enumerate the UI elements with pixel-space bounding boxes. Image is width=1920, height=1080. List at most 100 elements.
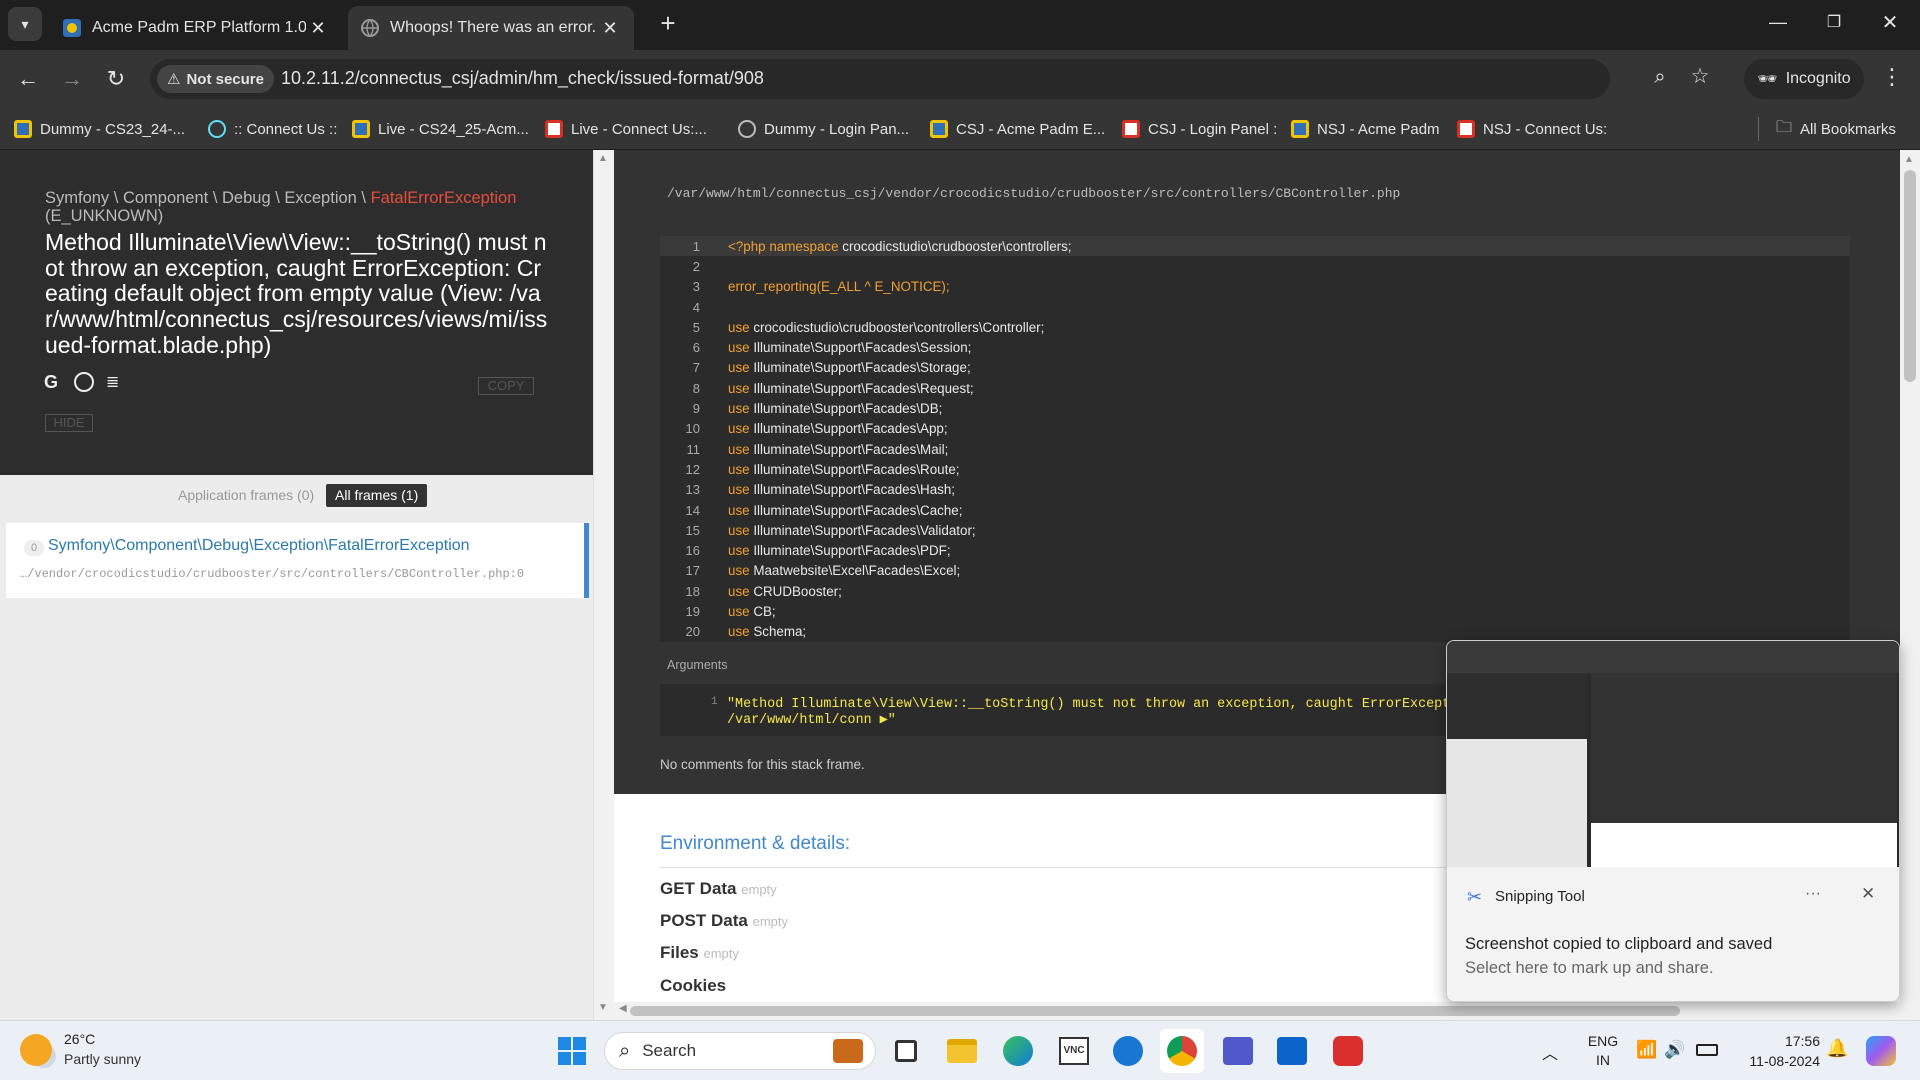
teams-icon[interactable] [1216, 1029, 1260, 1073]
weather-temp: 26°C [64, 1031, 96, 1047]
bookmark-item[interactable]: NSJ - Acme Padm [1291, 116, 1440, 142]
zoom-icon[interactable]: ⌕ [1646, 66, 1674, 94]
security-chip[interactable]: ⚠ Not secure [157, 65, 274, 93]
bookmark-item[interactable]: Live - CS24_25-Acm... [352, 116, 529, 142]
hide-button[interactable]: HIDE [45, 414, 93, 432]
code-text: use Illuminate\Support\Facades\Route; [714, 462, 960, 477]
line-number: 8 [692, 380, 700, 396]
close-window-button[interactable]: ✕ [1872, 10, 1908, 34]
code-text: use Illuminate\Support\Facades\Hash; [714, 482, 955, 497]
copy-button[interactable]: COPY [478, 377, 534, 395]
bookmark-star-icon[interactable]: ☆ [1686, 64, 1714, 92]
edge-icon[interactable] [996, 1029, 1040, 1073]
line-number: 12 [685, 461, 700, 477]
back-button[interactable]: ← [10, 62, 46, 96]
code-line: 20 use Schema; [660, 622, 1850, 642]
wps-office-icon[interactable] [1326, 1029, 1370, 1073]
notification-bell-icon[interactable]: 🔔 [1826, 1038, 1848, 1059]
code-keyword: use [728, 360, 754, 376]
env-label: Files [660, 943, 699, 962]
tab-acme-erp[interactable]: Acme Padm ERP Platform 1.00 ( ✕ [50, 6, 342, 50]
frame-file: …/vendor/crocodicstudio/crudbooster/src/… [20, 567, 525, 581]
bookmark-item[interactable]: Live - Connect Us:... [545, 116, 707, 142]
menu-kebab-icon[interactable]: ⋮ [1880, 64, 1904, 94]
close-icon[interactable]: ✕ [306, 18, 330, 39]
code-text: use CRUDBooster; [714, 584, 842, 599]
bookmark-item[interactable]: Dummy - Login Pan... [738, 116, 909, 142]
bookmark-item[interactable]: Dummy - CS23_24-... [14, 116, 185, 142]
scroll-left-arrow-icon[interactable]: ◀ [619, 1003, 627, 1014]
code-line: 18 use CRUDBooster; [660, 581, 1850, 601]
code-text: use Illuminate\Support\Facades\Storage; [714, 360, 971, 375]
toast-more-button[interactable]: ··· [1805, 885, 1821, 903]
argument-text-cont[interactable]: /var/www/html/conn ▶" [727, 712, 896, 728]
bookmark-item[interactable]: NSJ - Connect Us: [1457, 116, 1607, 142]
file-explorer-icon[interactable] [940, 1029, 984, 1073]
lang-code: ENG [1587, 1033, 1619, 1049]
taskbar-search-box[interactable]: ⌕ Search [604, 1032, 876, 1070]
page-scrollbar-thumb[interactable] [1904, 170, 1916, 382]
exception-message: Method Illuminate\View\View::__toString(… [45, 229, 548, 358]
wifi-icon[interactable]: 📶 [1636, 1040, 1657, 1060]
warning-icon: ⚠ [167, 71, 181, 88]
code-line: 19 use CB; [660, 601, 1850, 621]
connect-favicon-icon [1457, 120, 1475, 138]
scroll-down-arrow-icon[interactable]: ▼ [598, 1002, 608, 1013]
bookmark-item[interactable]: :: Connect Us :: [208, 116, 337, 142]
horizontal-scrollbar-thumb[interactable] [630, 1006, 1680, 1016]
code-keyword: use [728, 441, 754, 457]
code-line: 11 use Illuminate\Support\Facades\Mail; [660, 439, 1850, 459]
new-tab-button[interactable]: + [652, 8, 684, 40]
application-frames-tab[interactable]: Application frames (0) [178, 487, 314, 503]
toast-title: Screenshot copied to clipboard and saved [1465, 935, 1773, 953]
copilot-icon[interactable] [1866, 1036, 1896, 1066]
environment-rule [660, 867, 1450, 868]
clock[interactable]: 17:56 11-08-2024 [1730, 1031, 1820, 1071]
reload-button[interactable]: ↻ [98, 62, 134, 96]
stackoverflow-icon[interactable]: ≣ [106, 372, 124, 392]
line-number: 11 [686, 441, 701, 457]
close-icon[interactable]: ✕ [598, 18, 622, 39]
frame-index: 0 [24, 540, 44, 556]
url-text[interactable]: 10.2.11.2/connectus_csj/admin/hm_check/i… [281, 68, 764, 89]
vnc-icon[interactable]: VNC [1052, 1029, 1096, 1073]
line-number: 2 [692, 258, 700, 274]
bookmark-item[interactable]: CSJ - Login Panel : [1122, 116, 1277, 142]
start-button[interactable] [550, 1029, 594, 1073]
stack-frame-item[interactable]: 0 Symfony\Component\Debug\Exception\Fata… [6, 523, 589, 598]
code-keyword: use [728, 461, 754, 477]
chrome-icon[interactable] [1160, 1029, 1204, 1073]
toast-close-icon[interactable]: ✕ [1861, 884, 1875, 904]
tray-chevron-up-icon[interactable]: ︿ [1542, 1040, 1558, 1064]
acme-favicon-icon [930, 120, 948, 138]
scroll-up-arrow-icon[interactable]: ▲ [598, 153, 608, 164]
env-row-cookies: Cookies [660, 976, 726, 996]
volume-icon[interactable]: 🔊 [1664, 1040, 1685, 1060]
language-indicator[interactable]: ENG IN [1584, 1032, 1622, 1070]
bookmark-label: Dummy - Login Pan... [764, 120, 910, 138]
scroll-up-arrow-icon[interactable]: ▲ [1904, 154, 1914, 165]
snipping-tool-notification[interactable]: ✂ Snipping Tool ··· ✕ Screenshot copied … [1446, 640, 1900, 1002]
pane-scrollbar[interactable] [593, 150, 614, 1020]
incognito-chip[interactable]: 🕶 Incognito [1744, 59, 1864, 99]
tab-search-button[interactable]: ▾ [8, 7, 42, 41]
task-view-icon[interactable] [884, 1029, 928, 1073]
bookmark-item[interactable]: CSJ - Acme Padm E... [930, 116, 1105, 142]
code-rest: Illuminate\Support\Facades\PDF; [753, 543, 951, 559]
tab-whoops[interactable]: Whoops! There was an error. ✕ [348, 6, 634, 50]
all-frames-tab[interactable]: All frames (1) [326, 484, 428, 507]
duckduckgo-icon[interactable] [74, 372, 94, 392]
all-bookmarks-button[interactable]: 🗀 All Bookmarks [1776, 116, 1896, 142]
forward-button[interactable]: → [54, 62, 90, 96]
thumbnail-code [1591, 673, 1897, 823]
screenshot-thumbnail[interactable] [1447, 641, 1899, 867]
code-text: use CB; [714, 604, 776, 619]
minimize-button[interactable]: — [1760, 12, 1796, 36]
outlook-icon[interactable] [1270, 1029, 1314, 1073]
weather-widget[interactable]: 26°C Partly sunny [20, 1030, 160, 1072]
code-text: use Schema; [714, 624, 806, 639]
restore-button[interactable]: ❐ [1816, 12, 1852, 36]
phone-app-icon[interactable] [1106, 1029, 1150, 1073]
google-search-icon[interactable]: G [44, 372, 64, 392]
battery-icon[interactable] [1696, 1044, 1718, 1056]
